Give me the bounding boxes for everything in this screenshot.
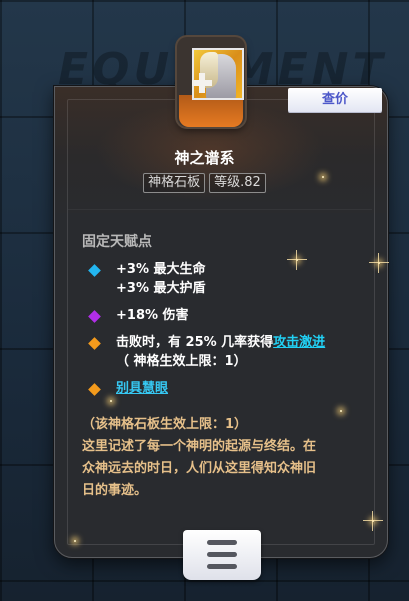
- talent-entry-1: +3% 最大生命 +3% 最大护盾: [88, 261, 370, 301]
- orange-diamond-icon: [88, 383, 101, 396]
- sparkle-effect: [287, 250, 307, 270]
- sparkle-effect: [340, 410, 342, 412]
- level-tag: 等级.82: [209, 173, 266, 193]
- talent-entry-3-line-2: （ 神格生效上限：1）: [116, 354, 247, 369]
- orange-diamond-icon: [88, 337, 101, 350]
- description-line-1: 这里记述了每一个神明的起源与终结。在: [82, 439, 317, 454]
- talent-entry-1-line-2: +3% 最大护盾: [116, 281, 206, 296]
- talent-entry-3-text: 击败时，有 25% 几率获得: [116, 335, 274, 350]
- plus-icon: [192, 73, 212, 93]
- talent-entry-4: 别具慧眼: [88, 380, 370, 400]
- item-name: 神之谱系: [174, 149, 235, 167]
- header-divider: [68, 209, 372, 210]
- description-line-2: 众神远去的时日，人们从这里得知众神旧: [82, 461, 317, 476]
- hamburger-menu-icon-bar-3: [207, 564, 237, 569]
- section-title-fixed-talent: 固定天赋点: [82, 234, 152, 250]
- attack-aggressive-link[interactable]: 攻击激进: [273, 335, 325, 350]
- talent-entry-3: 击败时，有 25% 几率获得攻击激进 （ 神格生效上限：1）: [88, 334, 380, 374]
- description-limit: （该神格石板生效上限：1）: [82, 417, 248, 432]
- type-tag: 神格石板: [143, 173, 206, 193]
- hamburger-menu-icon-bar-2: [207, 552, 237, 557]
- blue-diamond-icon: [88, 264, 101, 277]
- sparkle-effect: [74, 540, 76, 542]
- talent-entry-2: +18% 伤害: [88, 307, 370, 327]
- item-tags: 神格石板 等级.82: [0, 173, 409, 193]
- keen-eye-link[interactable]: 别具慧眼: [116, 380, 168, 398]
- sparkle-effect: [363, 511, 383, 531]
- hamburger-menu-icon: [207, 540, 237, 545]
- menu-button[interactable]: [183, 530, 261, 580]
- sparkle-effect: [322, 176, 324, 178]
- description-line-3: 日的事迹。: [82, 483, 148, 498]
- talent-entry-2-line-1: +18% 伤害: [116, 308, 189, 323]
- check-price-button[interactable]: 查价: [288, 88, 382, 112]
- talent-entry-3-line-1: 击败时，有 25% 几率获得攻击激进: [116, 334, 325, 352]
- talent-entry-1-line-1: +3% 最大生命: [116, 262, 206, 277]
- sparkle-effect: [110, 400, 112, 402]
- sparkle-effect: [369, 253, 389, 273]
- purple-diamond-icon: [88, 310, 101, 323]
